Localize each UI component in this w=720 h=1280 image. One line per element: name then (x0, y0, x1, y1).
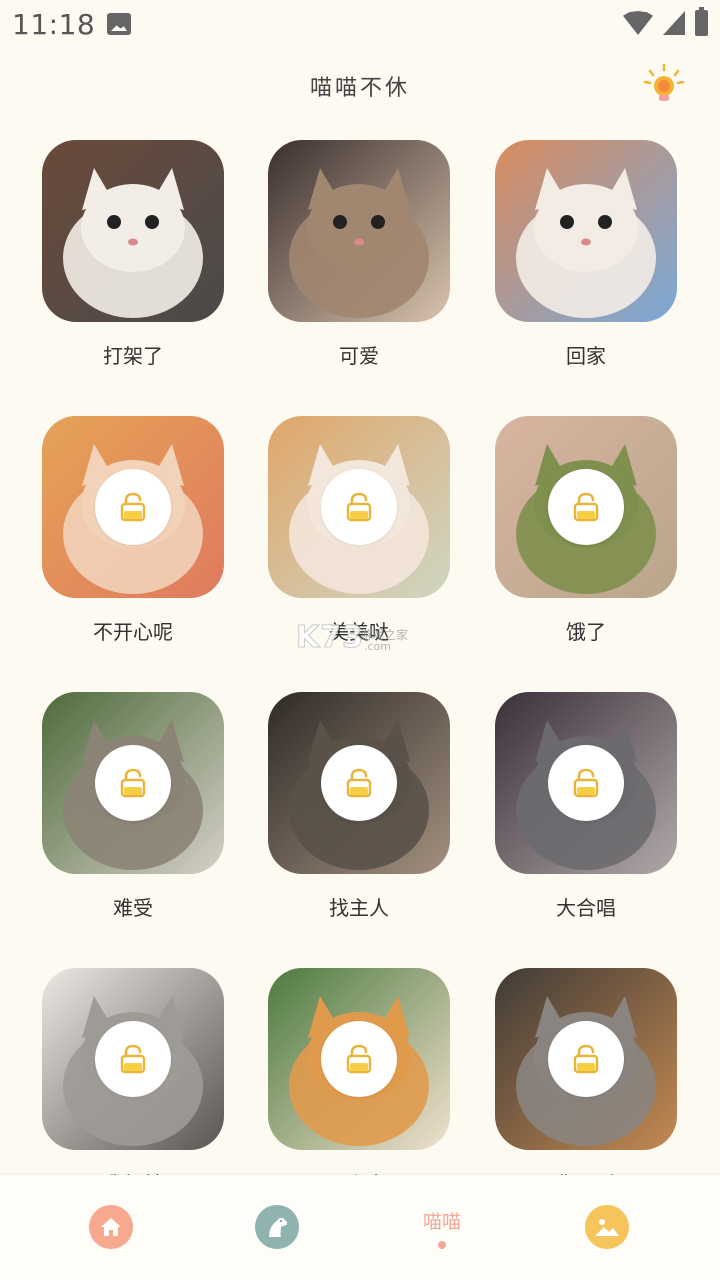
sound-card[interactable]: 大合唱 (495, 692, 677, 920)
lock-badge (548, 469, 624, 545)
lock-icon (573, 1044, 599, 1074)
sound-card[interactable]: 找主人 (268, 692, 450, 920)
lock-icon (346, 1044, 372, 1074)
lock-icon (120, 1044, 146, 1074)
lock-badge (321, 1021, 397, 1097)
card-label: 你不睡 (495, 1168, 677, 1175)
status-right-group (623, 7, 708, 36)
dog-icon (255, 1205, 299, 1249)
card-label: 我很美 (42, 1168, 224, 1175)
sound-card[interactable]: 呼叫 (268, 968, 450, 1175)
status-time: 11:18 (12, 8, 96, 41)
card-label: 打架了 (103, 344, 163, 368)
signal-icon (663, 11, 685, 35)
lightbulb-icon[interactable] (642, 62, 686, 106)
battery-icon (695, 7, 708, 36)
card-label: 饿了 (566, 620, 606, 644)
home-icon (89, 1205, 133, 1249)
sound-grid: 打架了 可爱 回家不开心呢 美美哒 饿了难受 找主人 大合唱我很美 呼叫 你不睡 (0, 140, 720, 1175)
nav-gallery[interactable] (585, 1205, 629, 1249)
lock-icon (346, 768, 372, 798)
lock-icon (120, 768, 146, 798)
card-label: 可爱 (339, 344, 379, 368)
nav-cat-label[interactable]: 喵喵 (411, 1207, 473, 1234)
cat-photo (42, 140, 224, 322)
sound-card[interactable]: 难受 (42, 692, 224, 920)
wifi-icon (623, 11, 653, 35)
sound-card[interactable]: 饿了 (495, 416, 677, 644)
sound-card[interactable]: 可爱 (268, 140, 450, 368)
lock-icon (346, 492, 372, 522)
sound-card[interactable]: 美美哒 (268, 416, 450, 644)
lock-icon (573, 492, 599, 522)
sound-card[interactable]: 不开心呢 (42, 416, 224, 644)
card-label: 找主人 (329, 896, 389, 920)
sound-card[interactable]: 你不睡 (495, 968, 677, 1175)
nav-active-dot (438, 1241, 446, 1249)
lock-badge (95, 745, 171, 821)
cat-photo (268, 140, 450, 322)
page-title: 喵喵不休 (309, 76, 410, 101)
gallery-icon (585, 1205, 629, 1249)
nav-home[interactable] (89, 1205, 133, 1249)
nav-dog[interactable] (255, 1205, 299, 1249)
image-notification-icon (107, 13, 131, 35)
card-label: 难受 (113, 896, 153, 920)
card-label: 回家 (566, 344, 606, 368)
sound-card[interactable]: 回家 (495, 140, 677, 368)
status-bar: 11:18 (0, 0, 720, 52)
lock-badge (95, 469, 171, 545)
card-label: 呼叫 (268, 1168, 450, 1175)
lock-icon (573, 768, 599, 798)
card-label: 美美哒 (329, 620, 389, 644)
lock-icon (120, 492, 146, 522)
sound-card[interactable]: 打架了 (42, 140, 224, 368)
cat-photo (495, 140, 677, 322)
lock-badge (548, 1021, 624, 1097)
card-label: 大合唱 (556, 896, 616, 920)
bottom-nav: 喵喵 (0, 1175, 720, 1280)
lock-badge (321, 469, 397, 545)
lock-badge (95, 1021, 171, 1097)
lock-badge (321, 745, 397, 821)
card-label: 不开心呢 (93, 620, 173, 644)
lock-badge (548, 745, 624, 821)
sound-card[interactable]: 我很美 (42, 968, 224, 1175)
